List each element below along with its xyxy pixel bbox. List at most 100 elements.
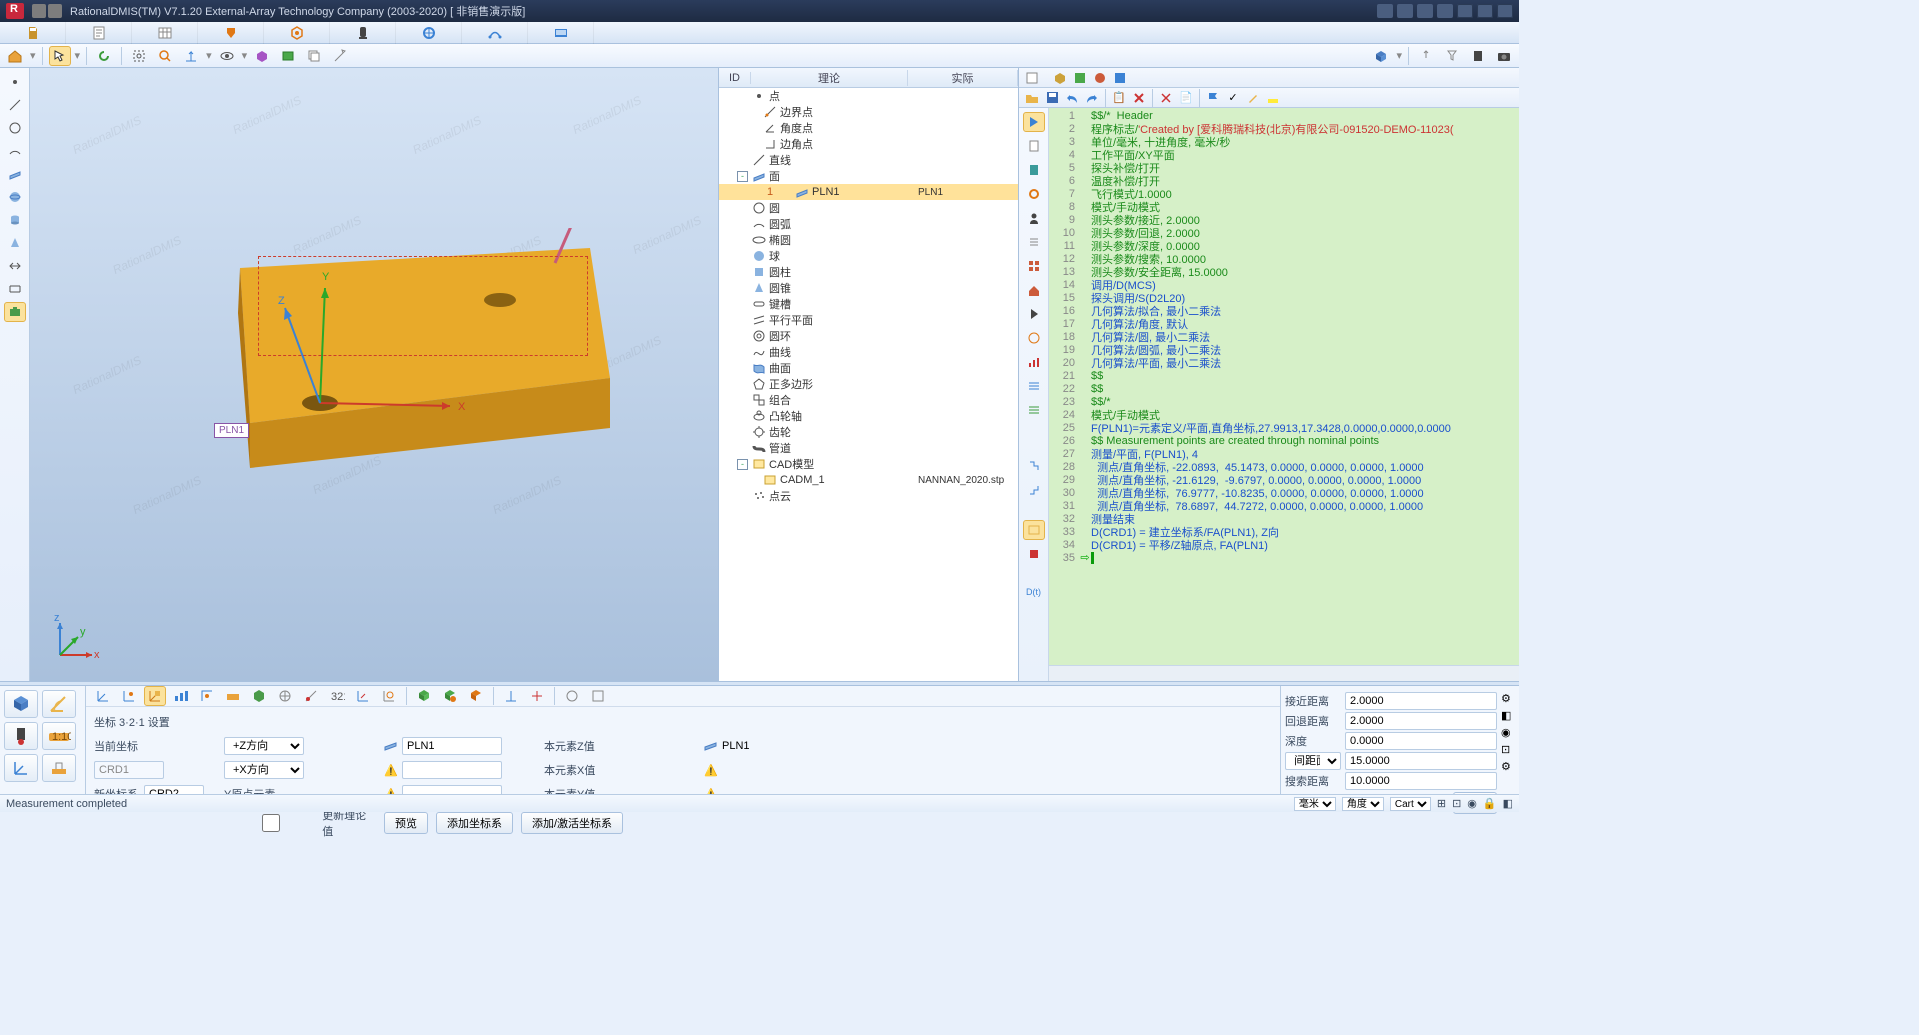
unit-select[interactable]: 毫米: [1294, 797, 1336, 811]
z-feature-input[interactable]: [402, 737, 502, 755]
ct-cube1-icon[interactable]: [413, 686, 435, 706]
flag-icon[interactable]: [1204, 90, 1222, 106]
ct-7-icon[interactable]: [248, 686, 270, 706]
ribbon-tab-3[interactable]: [132, 22, 198, 44]
side-icon-5[interactable]: ⚙: [1501, 760, 1519, 773]
clb-home-icon[interactable]: [1023, 280, 1045, 300]
clb-run-icon[interactable]: [1023, 304, 1045, 324]
clb-person-icon[interactable]: [1023, 208, 1045, 228]
xdir-select[interactable]: +X方向: [224, 761, 304, 779]
status-icon-4[interactable]: 🔒: [1483, 797, 1497, 810]
side-icon-1[interactable]: ⚙: [1501, 692, 1519, 705]
link-icon[interactable]: [1377, 4, 1393, 18]
refresh-button[interactable]: [93, 46, 115, 66]
open-icon[interactable]: [1023, 90, 1041, 106]
filter2-icon[interactable]: [1441, 46, 1463, 66]
retract-input[interactable]: [1345, 712, 1497, 730]
tree-node[interactable]: 管道: [719, 440, 1018, 456]
tree-node[interactable]: 角度点: [719, 120, 1018, 136]
ct-9-icon[interactable]: [300, 686, 322, 706]
tree-node[interactable]: -CAD模型: [719, 456, 1018, 472]
ribbon-tab-1[interactable]: [0, 22, 66, 44]
vlb-line-icon[interactable]: [4, 95, 26, 115]
clb-active2-icon[interactable]: [1023, 520, 1045, 540]
clb-gear-icon[interactable]: [1023, 184, 1045, 204]
tree-node[interactable]: 1PLN1PLN1: [719, 184, 1018, 200]
coord-type-select[interactable]: Cart: [1390, 797, 1431, 811]
clb-star-icon[interactable]: [1023, 328, 1045, 348]
help-icon[interactable]: [1437, 4, 1453, 18]
ct-6-icon[interactable]: [222, 686, 244, 706]
zoom-fit-icon[interactable]: [128, 46, 150, 66]
redo-icon[interactable]: [1083, 90, 1101, 106]
eye-icon[interactable]: [216, 46, 238, 66]
code-hscroll[interactable]: [1049, 665, 1519, 681]
add-cs-button[interactable]: 添加坐标系: [436, 812, 513, 834]
clb-lines2-icon[interactable]: [1023, 400, 1045, 420]
mark-icon[interactable]: ✓: [1224, 90, 1242, 106]
vlb-sphere-icon[interactable]: [4, 187, 26, 207]
mode-cube-icon[interactable]: [4, 690, 38, 718]
mode-axis-icon[interactable]: [4, 754, 38, 782]
tree-node[interactable]: 组合: [719, 392, 1018, 408]
filter1-icon[interactable]: [1415, 46, 1437, 66]
tree-body[interactable]: 点边界点角度点边角点直线-面1PLN1PLN1圆圆弧椭圆球圆柱圆锥键槽平行平面圆…: [719, 88, 1018, 681]
tree-node[interactable]: 边角点: [719, 136, 1018, 152]
angle-select[interactable]: 角度: [1342, 797, 1384, 811]
ct-d-icon[interactable]: [587, 686, 609, 706]
copy-icon[interactable]: [303, 46, 325, 66]
tree-node[interactable]: 点云: [719, 488, 1018, 504]
home-button[interactable]: [4, 46, 26, 66]
ribbon-tab-9[interactable]: [528, 22, 594, 44]
vlb-point-icon[interactable]: [4, 72, 26, 92]
zdir-select[interactable]: +Z方向: [224, 737, 304, 755]
vlb-edge-icon[interactable]: [4, 256, 26, 276]
ct-5-icon[interactable]: [196, 686, 218, 706]
mode-gauge-icon[interactable]: 1:100: [42, 722, 76, 750]
code-sheet-icon[interactable]: [1023, 70, 1041, 86]
preview-button[interactable]: 预览: [384, 812, 428, 834]
ribbon-tab-7[interactable]: [396, 22, 462, 44]
ribbon-tab-5[interactable]: [264, 22, 330, 44]
window-icon[interactable]: [1397, 4, 1413, 18]
tree-node[interactable]: 椭圆: [719, 232, 1018, 248]
ct-10-icon[interactable]: 321: [326, 686, 348, 706]
search-input[interactable]: [1345, 772, 1497, 790]
vlb-arc-icon[interactable]: [4, 141, 26, 161]
ct-3-icon[interactable]: [144, 686, 166, 706]
tree-node[interactable]: 圆: [719, 200, 1018, 216]
zoom-icon[interactable]: [154, 46, 176, 66]
status-icon-3[interactable]: ◉: [1467, 797, 1477, 810]
tree-node[interactable]: -面: [719, 168, 1018, 184]
highlight-icon[interactable]: [1264, 90, 1282, 106]
ct-12-icon[interactable]: [378, 686, 400, 706]
depth-input[interactable]: [1345, 732, 1497, 750]
status-icon-5[interactable]: ◧: [1503, 797, 1513, 810]
camera-icon[interactable]: [1493, 46, 1515, 66]
tree-node[interactable]: 平行平面: [719, 312, 1018, 328]
clb-txt-icon[interactable]: D(t): [1023, 582, 1045, 602]
gap-select[interactable]: 间距面: [1285, 752, 1341, 770]
mode-probe-icon[interactable]: [4, 722, 38, 750]
render-icon[interactable]: [251, 46, 273, 66]
code-c-icon[interactable]: [1091, 70, 1109, 86]
pln-label[interactable]: PLN1: [214, 423, 249, 438]
tree-node[interactable]: 曲线: [719, 344, 1018, 360]
tree-node[interactable]: 圆柱: [719, 264, 1018, 280]
mode-fixture-icon[interactable]: [42, 754, 76, 782]
mode-angle-icon[interactable]: [42, 690, 76, 718]
clb-list-icon[interactable]: [1023, 232, 1045, 252]
tree-node[interactable]: 凸轮轴: [719, 408, 1018, 424]
tree-node[interactable]: 圆锥: [719, 280, 1018, 296]
side-icon-4[interactable]: ⊡: [1501, 743, 1519, 756]
approach-input[interactable]: [1345, 692, 1497, 710]
tree-node[interactable]: 齿轮: [719, 424, 1018, 440]
ct-a-icon[interactable]: [500, 686, 522, 706]
ct-1-icon[interactable]: [92, 686, 114, 706]
ct-2-icon[interactable]: [118, 686, 140, 706]
x-feature-input[interactable]: [402, 761, 502, 779]
cursor-button[interactable]: [49, 46, 71, 66]
current-coord-input[interactable]: [94, 761, 164, 779]
ct-cube2-icon[interactable]: [439, 686, 461, 706]
tree-node[interactable]: 点: [719, 88, 1018, 104]
